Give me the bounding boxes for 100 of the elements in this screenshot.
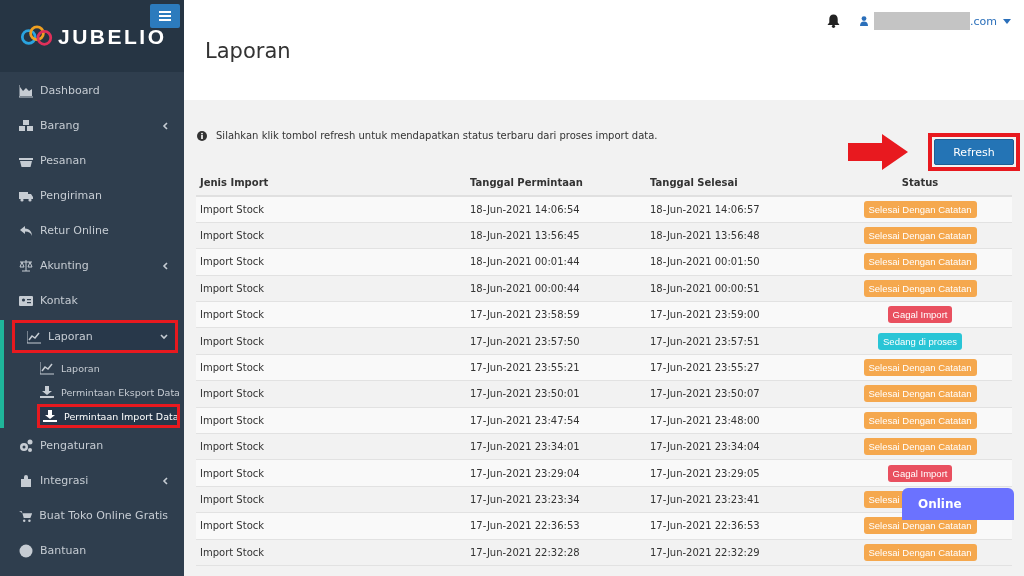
sidebar-item-label: Dashboard: [40, 84, 100, 97]
sidebar-item-label: Pesanan: [40, 154, 87, 167]
table-cell: 18-Jun-2021 13:56:48: [646, 222, 828, 249]
table-cell: 17-Jun-2021 23:34:04: [646, 433, 828, 460]
user-email: .com: [970, 14, 997, 28]
status-badge: Selesai Dengan Catatan: [863, 385, 977, 403]
table-cell: Import Stock: [196, 354, 466, 381]
download-icon: [43, 409, 57, 423]
info-icon: [197, 130, 207, 141]
sidebar-item[interactable]: Laporan: [12, 320, 178, 353]
table-cell: Import Stock: [196, 248, 466, 276]
status-badge: Gagal Import: [887, 464, 953, 482]
submenu-item-label: Permintaan Eksport Data: [61, 386, 180, 398]
submenu-item[interactable]: Permintaan Eksport Data: [4, 380, 184, 404]
sidebar-item-label: Laporan: [48, 330, 93, 343]
sidebar-item[interactable]: Retur Online: [0, 213, 184, 248]
table-cell: 17-Jun-2021 23:23:41: [646, 486, 828, 513]
table-cell: Import Stock: [196, 196, 466, 223]
table-cell: 17-Jun-2021 23:47:54: [466, 407, 646, 434]
sidebar-item-label: Pengaturan: [40, 439, 104, 452]
table-cell: Import Stock: [196, 275, 466, 302]
logo-text: JUBELIO: [58, 25, 167, 49]
table-cell: Import Stock: [196, 512, 466, 540]
chevron-down-icon: [160, 333, 168, 340]
status-badge: Gagal Import: [887, 306, 953, 324]
submenu-item[interactable]: Laporan: [4, 356, 184, 380]
table-cell: Import Stock: [196, 407, 466, 434]
reply-icon: [19, 223, 33, 238]
sidebar-item[interactable]: Barang: [0, 108, 184, 143]
table-cell: 17-Jun-2021 23:23:34: [466, 486, 646, 513]
status-badge: Selesai Dengan Catatan: [863, 411, 977, 429]
table-cell: 18-Jun-2021 00:01:44: [466, 248, 646, 276]
status-badge: Selesai Dengan Catatan: [863, 438, 977, 456]
bell-icon[interactable]: [827, 14, 840, 28]
info-text: Silahkan klik tombol refresh untuk mendapatkan status terbaru dari proses import data.: [216, 130, 658, 141]
table-cell: Import Stock: [196, 222, 466, 249]
chat-widget[interactable]: Online: [902, 488, 1014, 520]
sidebar-item[interactable]: Pengaturan: [0, 428, 184, 463]
menu-icon: [159, 11, 171, 21]
menu-button[interactable]: [150, 4, 180, 28]
sidebar-item-label: Buat Toko Online Gratis: [39, 509, 168, 522]
table-cell: Import Stock: [196, 486, 466, 513]
line-chart-icon: [40, 361, 54, 375]
arrow-drawing: [848, 134, 908, 170]
sidebar-item[interactable]: Pesanan: [0, 143, 184, 178]
sidebar-item-label: Retur Online: [40, 224, 109, 237]
table-cell: Import Stock: [196, 327, 466, 355]
chevron-left-icon: [162, 476, 168, 485]
sidebar-item[interactable]: Integrasi: [0, 463, 184, 498]
sidebar-item[interactable]: Bantuan: [0, 533, 184, 568]
chevron-left-icon: [162, 121, 168, 130]
sidebar-item-label: Kontak: [40, 294, 78, 307]
table-cell: 17-Jun-2021 23:48:00: [646, 407, 828, 434]
status-badge: Selesai Dengan Catatan: [863, 279, 977, 297]
table-cell: 18-Jun-2021 00:01:50: [646, 248, 828, 276]
table-cell: 17-Jun-2021 23:50:07: [646, 380, 828, 408]
table-cell: Import Stock: [196, 301, 466, 328]
table-cell: 17-Jun-2021 23:50:01: [466, 380, 646, 408]
sidebar-item-label: Akunting: [40, 259, 89, 272]
table-cell: Import Stock: [196, 539, 466, 566]
page-title: Laporan: [205, 39, 292, 63]
sidebar-item[interactable]: Akunting: [0, 248, 184, 283]
status-badge: Selesai Dengan Catatan: [863, 543, 977, 561]
sidebar-item-label: Bantuan: [40, 544, 87, 557]
table-cell: 18-Jun-2021 00:00:44: [466, 275, 646, 302]
sidebar-item[interactable]: Kontak: [0, 283, 184, 318]
sidebar-item-label: Barang: [40, 119, 80, 132]
logo-icon: [20, 25, 54, 47]
table-cell: 17-Jun-2021 22:36:53: [466, 512, 646, 540]
table-cell: 17-Jun-2021 23:55:21: [466, 354, 646, 381]
sidebar-item[interactable]: Buat Toko Online Gratis: [0, 498, 184, 533]
table-cell: 18-Jun-2021 13:56:45: [466, 222, 646, 249]
table-cell: 17-Jun-2021 23:29:04: [466, 459, 646, 487]
sidebar-item[interactable]: Pengiriman: [0, 178, 184, 213]
sidebar-item[interactable]: Dashboard: [0, 73, 184, 108]
table-cell: 17-Jun-2021 23:55:27: [646, 354, 828, 381]
table-cell: 17-Jun-2021 23:59:00: [646, 301, 828, 328]
table-cell: Import Stock: [196, 433, 466, 460]
table-cell: 18-Jun-2021 00:00:51: [646, 275, 828, 302]
cubes-icon: [19, 118, 33, 133]
table-cell: 18-Jun-2021 14:06:57: [646, 196, 828, 223]
cart-icon: [19, 508, 33, 523]
user-menu[interactable]: .com: [860, 12, 1011, 30]
contact-card-icon: [19, 293, 33, 308]
table-cell: 17-Jun-2021 22:32:29: [646, 539, 828, 566]
gears-icon: [19, 438, 33, 453]
user-icon: [860, 16, 868, 26]
scale-icon: [19, 258, 33, 273]
table-cell: 18-Jun-2021 14:06:54: [466, 196, 646, 223]
status-badge: Sedang di proses: [878, 332, 962, 350]
line-chart-icon: [27, 329, 41, 344]
refresh-button[interactable]: Refresh: [934, 139, 1014, 165]
table-cell: Import Stock: [196, 380, 466, 408]
table-cell: 17-Jun-2021 23:57:51: [646, 327, 828, 355]
table-cell: 17-Jun-2021 23:58:59: [466, 301, 646, 328]
status-badge: Selesai Dengan Catatan: [863, 253, 977, 271]
status-badge: Selesai Dengan Catatan: [863, 227, 977, 245]
status-badge: Selesai Dengan Catatan: [863, 359, 977, 377]
download-icon: [40, 385, 54, 399]
area-chart-icon: [19, 83, 33, 98]
